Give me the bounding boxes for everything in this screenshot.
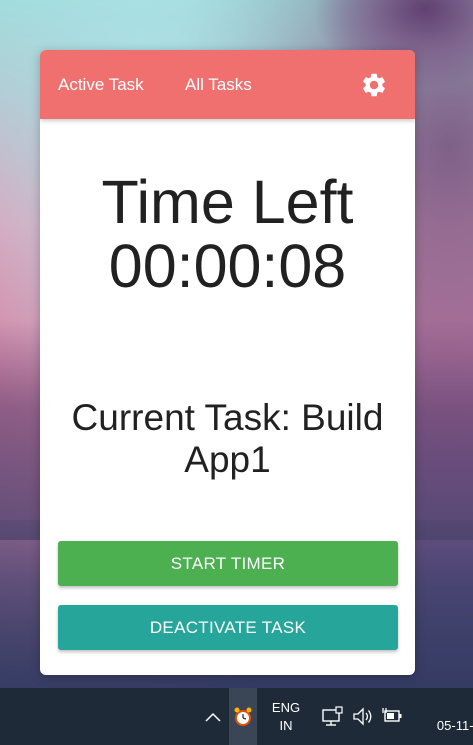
alarm-clock-icon[interactable]	[229, 688, 257, 745]
volume-icon[interactable]	[350, 688, 376, 745]
desktop-wallpaper: Active Task All Tasks Time Left 00:00:08…	[0, 0, 473, 745]
tab-active-task[interactable]: Active Task	[58, 74, 144, 96]
language-region: IN	[279, 718, 293, 733]
tab-all-tasks[interactable]: All Tasks	[185, 74, 252, 96]
battery-icon[interactable]	[380, 688, 406, 745]
chevron-up-icon[interactable]	[200, 688, 226, 745]
system-clock[interactable]: 13 05-11-20	[418, 688, 473, 745]
network-icon[interactable]	[319, 688, 345, 745]
app-header: Active Task All Tasks	[40, 50, 415, 119]
language-indicator[interactable]: ENG IN	[264, 688, 308, 745]
language-code: ENG	[271, 700, 301, 715]
current-task-display: Current Task: Build App1	[40, 397, 415, 481]
current-task-line2: App1	[184, 439, 271, 480]
start-timer-button[interactable]: START TIMER	[58, 541, 398, 586]
time-left-label: Time Left	[101, 168, 354, 236]
gear-icon[interactable]	[360, 71, 388, 99]
windows-taskbar: ENG IN 05-11-	[0, 688, 473, 745]
deactivate-task-button[interactable]: DEACTIVATE TASK	[58, 605, 398, 650]
time-left-display: Time Left 00:00:08	[40, 170, 415, 298]
current-task-line1: Current Task: Build	[71, 397, 384, 438]
clock-date: 05-11-20	[436, 718, 473, 733]
clock-time: 13	[418, 699, 473, 717]
timer-app-window: Active Task All Tasks Time Left 00:00:08…	[40, 50, 415, 675]
time-left-value: 00:00:08	[108, 232, 347, 300]
